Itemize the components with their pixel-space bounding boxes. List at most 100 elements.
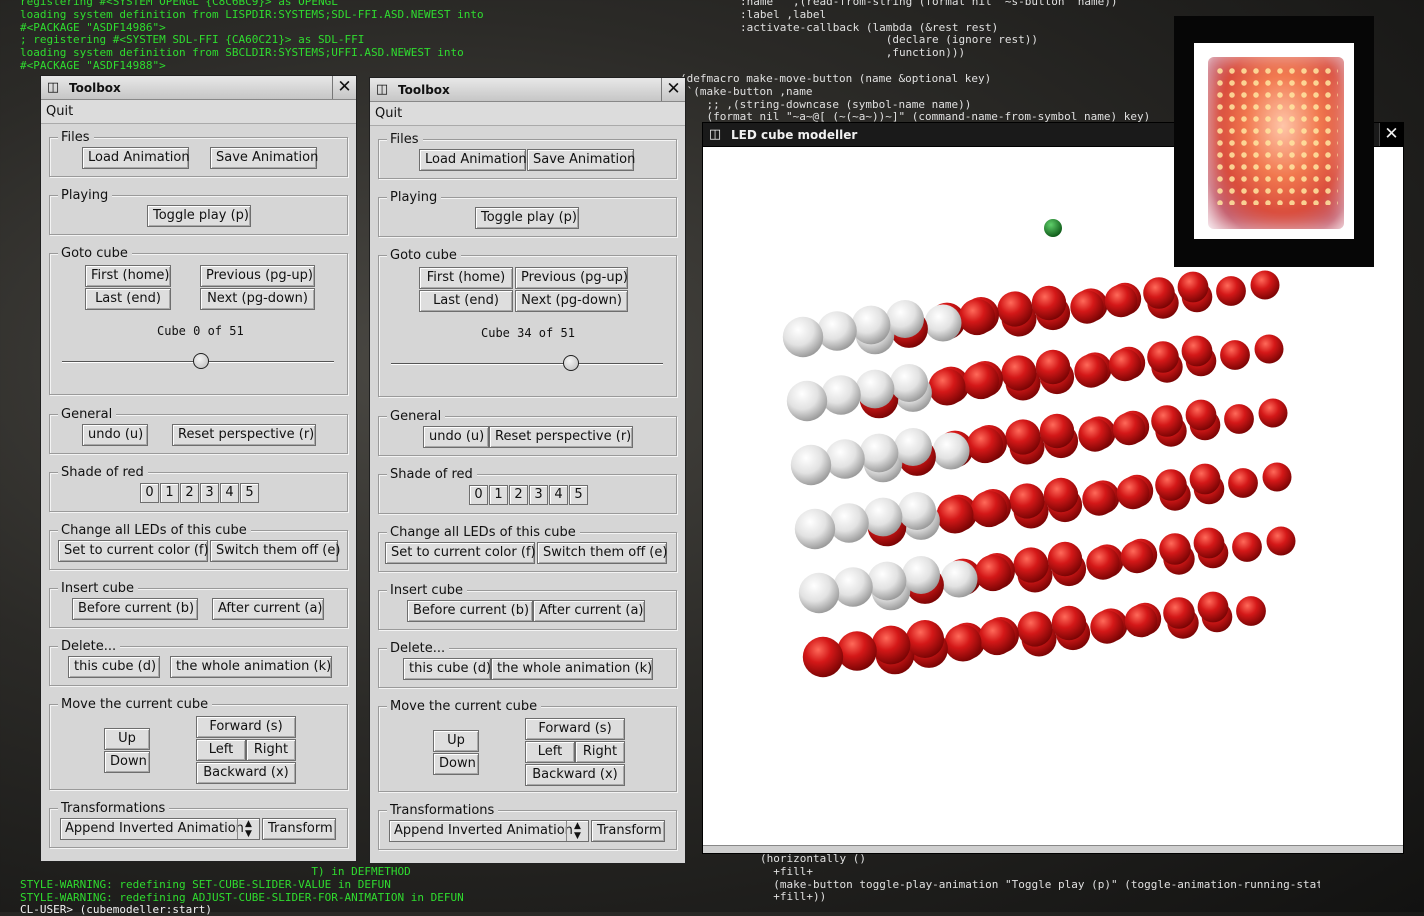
move-down-button[interactable]: Down (433, 753, 479, 775)
before-current-button[interactable]: Before current (b) (407, 600, 533, 622)
led-on[interactable] (1116, 476, 1150, 510)
led-on[interactable] (802, 636, 844, 678)
move-up-button[interactable]: Up (433, 730, 479, 752)
led-off[interactable] (790, 444, 832, 486)
led-on[interactable] (1189, 463, 1221, 495)
move-forward-button[interactable]: Forward (s) (525, 718, 625, 740)
updown-arrows-icon[interactable]: ▲ ▼ (566, 821, 588, 841)
move-left-button[interactable]: Left (196, 739, 246, 761)
led-on[interactable] (1143, 277, 1175, 309)
shade-button-2[interactable]: 2 (180, 483, 199, 503)
led-off[interactable] (798, 572, 840, 614)
led-on[interactable] (1009, 483, 1045, 519)
led-on[interactable] (1185, 399, 1217, 431)
led-on[interactable] (1001, 355, 1037, 391)
shade-button-3[interactable]: 3 (200, 483, 219, 503)
first-button[interactable]: First (home) (85, 265, 171, 287)
led-on[interactable] (1232, 532, 1262, 562)
led-off[interactable] (863, 497, 903, 537)
after-current-button[interactable]: After current (a) (212, 598, 324, 620)
last-button[interactable]: Last (end) (85, 288, 171, 310)
updown-arrows-icon[interactable]: ▲ ▼ (237, 819, 259, 839)
load-animation-button[interactable]: Load Animation (419, 149, 527, 171)
reset-perspective-button[interactable]: Reset perspective (r) (489, 426, 633, 448)
led-off[interactable] (894, 428, 932, 466)
led-on[interactable] (1181, 335, 1213, 367)
led-on[interactable] (1017, 611, 1053, 647)
shade-button-0[interactable]: 0 (469, 485, 488, 505)
first-button[interactable]: First (home) (419, 267, 513, 289)
led-on[interactable] (1104, 284, 1138, 318)
set-current-color-button[interactable]: Set to current color (f) (385, 542, 536, 564)
led-off[interactable] (794, 508, 836, 550)
led-on[interactable] (1258, 398, 1288, 428)
led-on[interactable] (1250, 270, 1280, 300)
shade-button-5[interactable]: 5 (569, 485, 588, 505)
led-on[interactable] (1124, 604, 1158, 638)
led-on[interactable] (1266, 526, 1296, 556)
move-up-button[interactable]: Up (104, 728, 150, 750)
led-on[interactable] (1082, 482, 1116, 516)
led-on[interactable] (997, 291, 1033, 327)
led-on[interactable] (1005, 419, 1041, 455)
led-on[interactable] (1031, 285, 1067, 321)
led-off[interactable] (855, 369, 895, 409)
set-current-color-button[interactable]: Set to current color (f) (58, 540, 209, 562)
load-animation-button[interactable]: Load Animation (82, 147, 190, 169)
transform-select[interactable]: Append Inverted Animation ▲ ▼ (60, 818, 260, 840)
delete-this-cube-button[interactable]: this cube (d) (403, 658, 491, 680)
led-on[interactable] (966, 426, 1004, 464)
window-menu-icon[interactable]: ◫ (374, 82, 390, 98)
shade-button-4[interactable]: 4 (220, 483, 239, 503)
led-on[interactable] (962, 362, 1000, 400)
close-icon[interactable]: ✕ (661, 78, 685, 101)
led-on[interactable] (1047, 541, 1083, 577)
led-off[interactable] (898, 492, 936, 530)
led-off[interactable] (902, 556, 940, 594)
led-on[interactable] (1159, 533, 1191, 565)
led-on[interactable] (1013, 547, 1049, 583)
toggle-play-button[interactable]: Toggle play (p) (147, 205, 251, 227)
led-on[interactable] (906, 620, 944, 658)
switch-off-button[interactable]: Switch them off (e) (537, 542, 667, 564)
led-on[interactable] (1236, 596, 1266, 626)
led-on[interactable] (1074, 354, 1108, 388)
led-off[interactable] (782, 316, 824, 358)
led-on[interactable] (1035, 349, 1071, 385)
move-down-button[interactable]: Down (104, 751, 150, 773)
shade-button-1[interactable]: 1 (489, 485, 508, 505)
led-on[interactable] (837, 631, 877, 671)
menu-quit[interactable]: Quit (46, 104, 73, 119)
move-left-button[interactable]: Left (525, 741, 575, 763)
previous-button[interactable]: Previous (pg-up) (200, 265, 315, 287)
last-button[interactable]: Last (end) (419, 290, 513, 312)
transform-button[interactable]: Transform (591, 820, 665, 842)
undo-button[interactable]: undo (u) (423, 426, 489, 448)
led-on[interactable] (1220, 340, 1250, 370)
led-off[interactable] (932, 432, 970, 470)
led-on[interactable] (1108, 348, 1142, 382)
led-on[interactable] (1090, 610, 1124, 644)
cube-slider-knob[interactable] (562, 355, 579, 371)
reset-perspective-button[interactable]: Reset perspective (r) (172, 424, 316, 446)
led-on[interactable] (936, 496, 974, 534)
led-off[interactable] (825, 439, 865, 479)
led-off[interactable] (829, 503, 869, 543)
delete-this-cube-button[interactable]: this cube (d) (68, 656, 160, 678)
shade-button-5[interactable]: 5 (240, 483, 259, 503)
move-right-button[interactable]: Right (575, 741, 625, 763)
toggle-play-button[interactable]: Toggle play (p) (475, 207, 579, 229)
cube-slider-knob[interactable] (192, 353, 209, 369)
led-off[interactable] (886, 300, 924, 338)
led-on[interactable] (1078, 418, 1112, 452)
led-off[interactable] (821, 375, 861, 415)
transform-button[interactable]: Transform (262, 818, 336, 840)
led-on[interactable] (1151, 405, 1183, 437)
shade-button-0[interactable]: 0 (140, 483, 159, 503)
close-icon[interactable]: ✕ (332, 76, 356, 99)
before-current-button[interactable]: Before current (b) (72, 598, 198, 620)
led-on[interactable] (1254, 334, 1284, 364)
led-off[interactable] (851, 305, 891, 345)
led-off[interactable] (859, 433, 899, 473)
transform-select[interactable]: Append Inverted Animation ▲ ▼ (389, 820, 589, 842)
